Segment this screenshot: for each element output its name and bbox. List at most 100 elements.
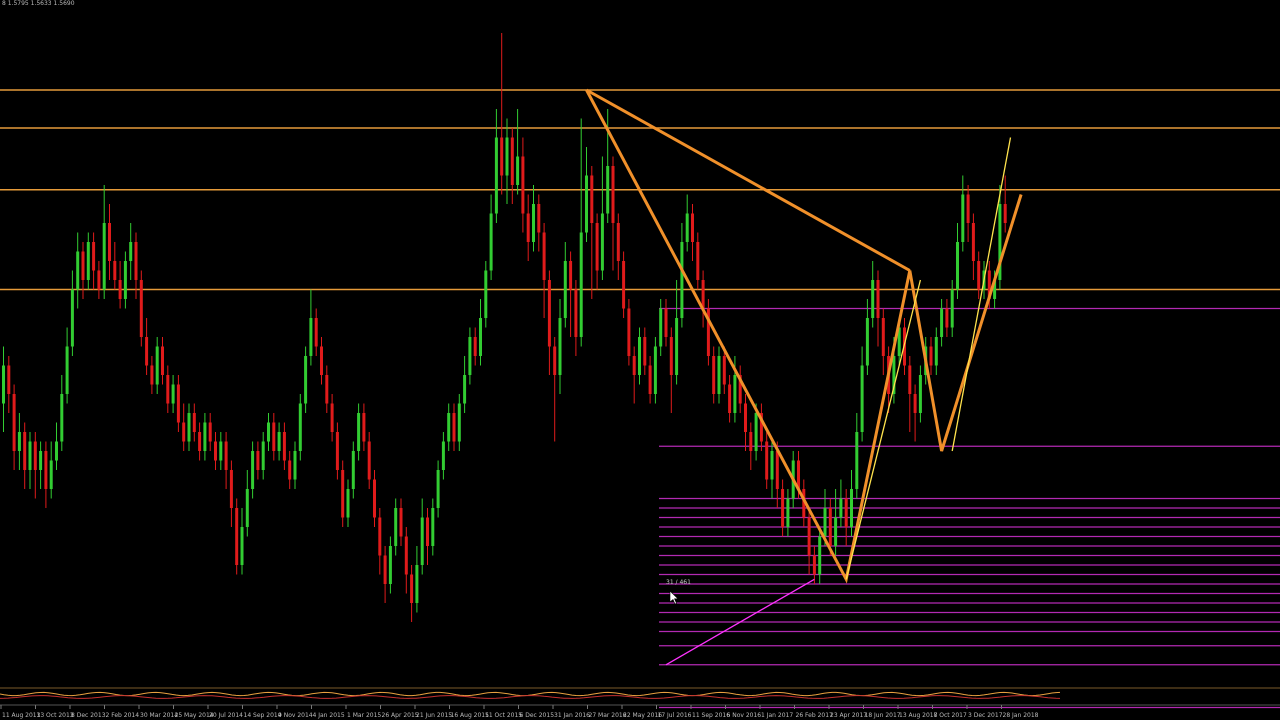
candle-body-35 <box>187 413 191 442</box>
candle-body-73 <box>388 546 392 584</box>
candle-body-136 <box>722 356 726 385</box>
candle-body-175 <box>929 346 933 366</box>
candle-body-161 <box>855 432 859 489</box>
x-tick-label-5: 25 May 2014 <box>175 712 214 719</box>
candle-body-93 <box>494 137 498 214</box>
candle-body-64 <box>341 470 345 518</box>
candle-body-142 <box>754 413 758 451</box>
candle-body-117 <box>622 261 626 309</box>
x-tick-label-17: 27 Mar 2016 <box>589 712 627 719</box>
candle-body-115 <box>611 166 615 223</box>
candle-body-90 <box>479 318 482 356</box>
x-tick-label-14: 11 Oct 2015 <box>485 712 522 719</box>
candle-body-104 <box>553 346 557 375</box>
candle-body-116 <box>616 223 620 261</box>
candle-body-126 <box>669 337 673 375</box>
candle-body-74 <box>394 508 398 546</box>
candle-body-21 <box>113 261 117 280</box>
candle-body-157 <box>834 517 838 546</box>
candle-body-56 <box>298 403 302 451</box>
candle-body-122 <box>648 365 652 394</box>
candle-body-172 <box>913 394 917 413</box>
candle-body-173 <box>918 375 922 413</box>
candle-body-99 <box>526 213 530 242</box>
candle-body-120 <box>638 337 641 375</box>
x-tick-label-7: 14 Sep 2014 <box>244 712 282 719</box>
candle-body-65 <box>346 489 350 518</box>
candle-body-51 <box>272 422 276 451</box>
candle-body-76 <box>404 536 408 575</box>
x-tick-label-22: 1 Jan 2017 <box>761 712 793 719</box>
candle-body-20 <box>108 223 111 261</box>
candle-body-37 <box>198 432 202 451</box>
candle-body-154 <box>818 536 822 575</box>
candle-body-164 <box>871 280 875 318</box>
candle-body-158 <box>839 498 843 518</box>
candle-body-101 <box>537 204 541 233</box>
candle-body-41 <box>219 441 223 461</box>
candle-body-17 <box>92 242 96 271</box>
candle-body-111 <box>590 175 594 223</box>
candle-body-160 <box>850 489 853 527</box>
candle-body-163 <box>865 318 869 366</box>
candle-body-42 <box>224 441 228 470</box>
x-tick-label-29: 28 Jan 2018 <box>1003 712 1039 719</box>
candle-body-38 <box>203 422 207 451</box>
candle-body-144 <box>765 441 769 480</box>
candle-body-12 <box>65 346 69 394</box>
candle-body-55 <box>293 451 297 480</box>
candle-body-177 <box>940 308 944 337</box>
candle-body-184 <box>977 261 981 290</box>
candle-body-19 <box>102 223 106 290</box>
candle-body-129 <box>685 213 689 242</box>
candle-body-94 <box>500 137 504 176</box>
candle-body-119 <box>632 356 636 375</box>
x-tick-label-23: 26 Feb 2017 <box>796 712 834 719</box>
x-tick-label-4: 30 Mar 2014 <box>140 712 178 719</box>
horizontal-levels <box>0 89 1280 709</box>
candle-body-34 <box>182 422 186 442</box>
candle-body-0 <box>2 365 5 404</box>
candle-body-141 <box>749 432 753 451</box>
candle-body-176 <box>934 337 938 366</box>
candle-body-84 <box>447 413 451 442</box>
candle-body-112 <box>595 223 599 271</box>
x-tick-label-13: 16 Aug 2015 <box>451 712 490 719</box>
candle-body-28 <box>150 365 154 385</box>
candle-body-1 <box>7 365 11 394</box>
x-tick-label-20: 11 Sep 2016 <box>692 712 730 719</box>
candle-body-50 <box>267 422 270 442</box>
candle-body-132 <box>701 280 705 309</box>
candle-body-127 <box>675 318 679 375</box>
candle-body-32 <box>171 384 175 404</box>
candlestick-chart: 11 Aug 201313 Oct 20138 Dec 2013 2 Feb 20… <box>0 33 1280 719</box>
candle-body-77 <box>410 574 414 603</box>
candle-body-5 <box>28 441 32 470</box>
candle-body-16 <box>86 242 90 280</box>
candle-body-153 <box>812 555 816 575</box>
x-tick-label-18: 22 May 2016 <box>623 712 662 719</box>
candle-body-75 <box>399 508 403 537</box>
candle-body-59 <box>314 318 318 347</box>
x-tick-label-16: 31 Jan 2016 <box>554 712 590 719</box>
x-tick-label-15: 6 Dec 2015 <box>520 712 555 719</box>
candle-body-135 <box>717 356 721 394</box>
pattern-drawings <box>585 88 1023 666</box>
candle-body-110 <box>585 175 588 233</box>
candle-body-46 <box>245 489 249 527</box>
candle-body-49 <box>261 441 265 470</box>
candle-body-26 <box>139 280 143 337</box>
candle-body-178 <box>945 308 949 328</box>
candle-body-165 <box>876 280 880 318</box>
candle-body-152 <box>807 517 811 556</box>
x-tick-label-27: 8 Oct 2017 <box>934 712 967 719</box>
candle-body-181 <box>961 194 965 242</box>
candle-body-159 <box>844 498 848 527</box>
x-tick-label-2: 8 Dec 2013 <box>71 712 106 719</box>
x-tick-label-9: 4 Jan 2015 <box>313 712 345 719</box>
candle-body-86 <box>457 403 461 442</box>
candle-body-15 <box>81 251 85 280</box>
candle-body-27 <box>145 337 149 366</box>
candle-body-44 <box>235 508 239 565</box>
candle-body-66 <box>351 451 355 489</box>
